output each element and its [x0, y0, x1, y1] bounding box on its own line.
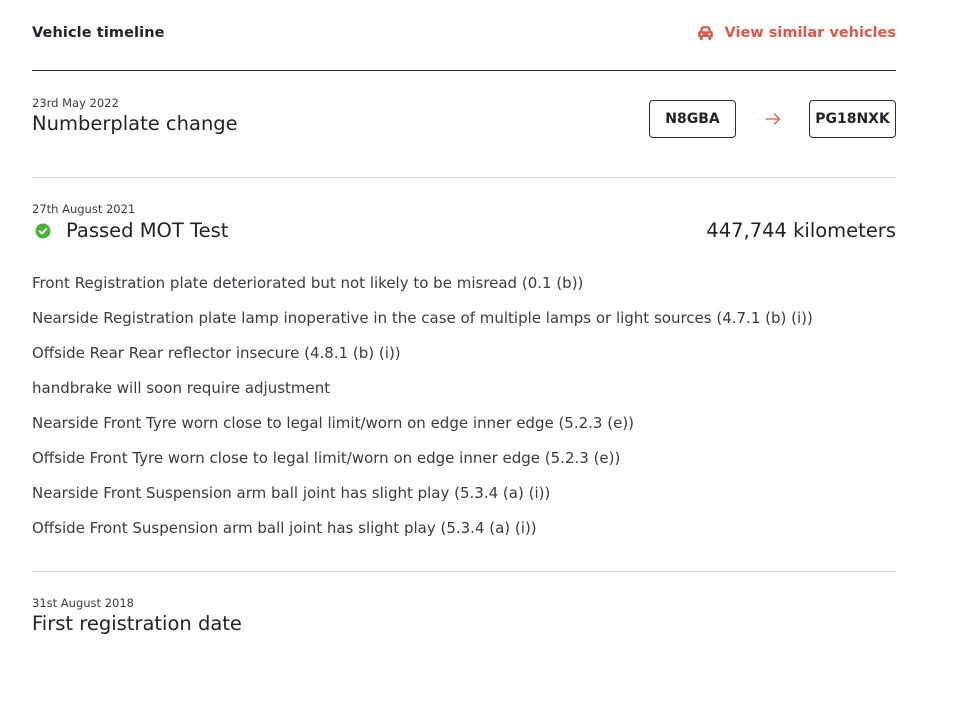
event-title: Passed MOT Test: [66, 219, 229, 242]
advisory-item: Nearside Front Suspension arm ball joint…: [32, 484, 551, 502]
check-circle-icon: [35, 223, 51, 239]
mot-mileage: 447,744 kilometers: [706, 218, 896, 242]
car-icon: [697, 26, 713, 40]
plate-change-display: N8GBA PG18NXK: [649, 100, 896, 138]
advisory-item: Front Registration plate deteriorated bu…: [32, 274, 584, 292]
event-title: First registration date: [32, 612, 242, 635]
advisory-item: Offside Front Suspension arm ball joint …: [32, 519, 537, 537]
timeline-title: Vehicle timeline: [32, 25, 165, 41]
advisory-item: Offside Rear Rear reflector insecure (4.…: [32, 344, 401, 362]
mot-advisory-list: Front Registration plate deteriorated bu…: [32, 266, 896, 546]
new-plate: PG18NXK: [809, 100, 896, 138]
timeline-header: Vehicle timeline View similar vehicles: [32, 0, 896, 71]
mot-status: Passed MOT Test: [32, 217, 228, 244]
timeline-event-mot-test: 27th August 2021 Passed MOT Test 447,744…: [32, 178, 896, 572]
old-plate: N8GBA: [649, 100, 736, 138]
advisory-item: Nearside Registration plate lamp inopera…: [32, 309, 813, 327]
advisory-item: handbrake will soon require adjustment: [32, 379, 331, 397]
vehicle-timeline: Vehicle timeline View similar vehicles 2…: [32, 0, 896, 637]
timeline-event-plate-change: 23rd May 2022 Numberplate change N8GBA P…: [32, 71, 896, 178]
mot-summary-row: Passed MOT Test 447,744 kilometers: [32, 217, 896, 244]
event-date: 27th August 2021: [32, 202, 136, 216]
view-similar-vehicles-label: View similar vehicles: [724, 25, 896, 41]
timeline-event-first-registration: 31st August 2018 First registration date: [32, 572, 896, 637]
event-date: 31st August 2018: [32, 596, 134, 610]
view-similar-vehicles-link[interactable]: View similar vehicles: [697, 25, 896, 41]
advisory-item: Offside Front Tyre worn close to legal l…: [32, 449, 621, 467]
advisory-item: Nearside Front Tyre worn close to legal …: [32, 414, 635, 432]
arrow-right-icon: [736, 113, 809, 125]
